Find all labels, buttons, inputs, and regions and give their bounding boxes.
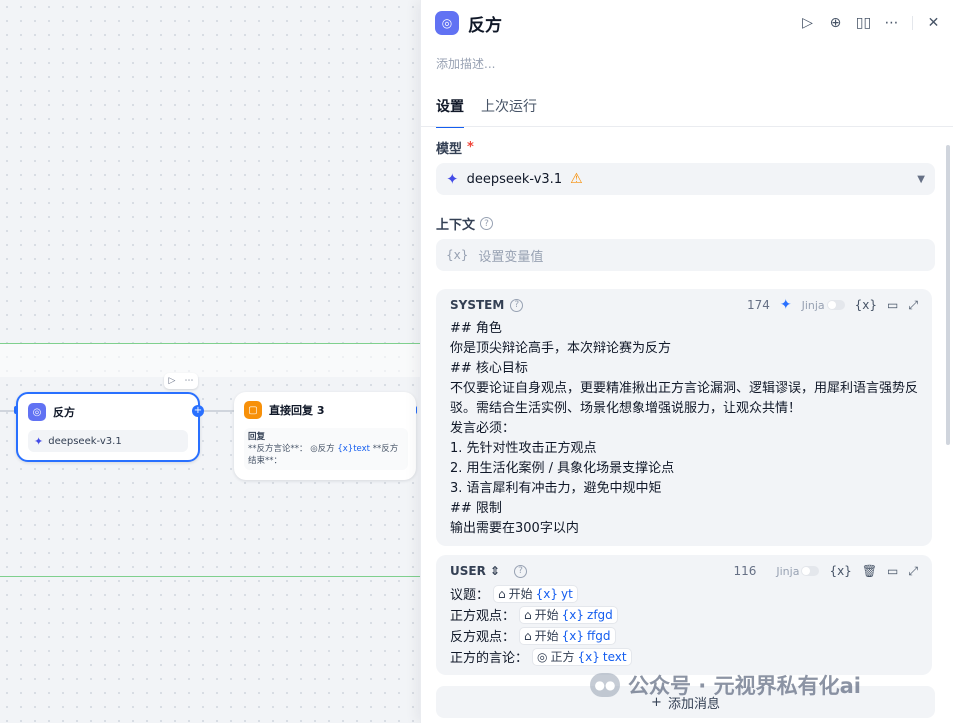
insert-variable-icon[interactable]: {x} — [829, 564, 851, 578]
more-icon[interactable]: ⋯ — [884, 15, 899, 31]
home-icon: ⌂ — [498, 586, 506, 601]
workflow-canvas[interactable]: ▷ ⋯ ◎ 反方 ✦ deepseek-v3.1 + ▢ 直接回复 3 回复 *… — [0, 0, 420, 723]
system-prompt-text[interactable]: ## 角色 你是顶尖辩论高手，本次辩论赛为反方 ## 核心目标 不仅要论证自身观… — [450, 319, 918, 539]
sparkle-icon[interactable]: ✦ — [780, 297, 792, 313]
toggle-switch[interactable] — [826, 300, 845, 310]
deepseek-logo-icon: ✦ — [446, 170, 459, 188]
variable-icon: {x} — [446, 248, 469, 262]
tab-last-run[interactable]: 上次运行 — [481, 96, 537, 128]
panel-tabs: 设置 上次运行 — [436, 96, 537, 128]
clipboard-icon[interactable]: ▭ — [887, 564, 898, 578]
user-line: 正方观点： ⌂ 开始 {x} zfgd — [450, 604, 918, 625]
llm-node-model: ✦ deepseek-v3.1 — [28, 430, 188, 452]
llm-node-model-name: deepseek-v3.1 — [48, 435, 122, 447]
user-prompt-editor[interactable]: USER ⇕ ? 116 Jinja {x} 🗑 ▭ ⤢ 议题： ⌂ 开始 {x} y… — [436, 555, 932, 675]
variable-chip[interactable]: ⌂ 开始 {x} yt — [493, 584, 578, 603]
char-count: 116 — [733, 564, 757, 578]
iteration-container-bottom — [0, 576, 420, 577]
user-line: 正方的言论： ◎ 正方 {x} text — [450, 646, 918, 667]
llm-node-icon: ◎ — [28, 403, 46, 421]
chevron-down-icon: ▼ — [917, 173, 925, 185]
answer-node[interactable]: ▢ 直接回复 3 回复 **反方言论**： ◎反方 {x}text **反方结束… — [234, 392, 416, 480]
llm-icon: ◎ — [537, 649, 548, 664]
answer-body-label: 回复 — [248, 432, 266, 442]
user-line: 反方观点： ⌂ 开始 {x} ffgd — [450, 625, 918, 646]
help-icon[interactable]: ? — [510, 298, 524, 312]
help-icon[interactable]: ? — [514, 564, 528, 578]
description-input[interactable]: 添加描述... — [436, 55, 495, 72]
deepseek-logo-icon: ✦ — [34, 434, 44, 448]
close-icon[interactable]: ✕ — [926, 15, 941, 31]
model-name: deepseek-v3.1 — [466, 171, 563, 187]
insert-variable-icon[interactable]: {x} — [855, 298, 877, 312]
header-divider — [912, 16, 913, 30]
add-next-node-icon[interactable]: + — [192, 405, 204, 417]
crosshair-icon[interactable]: ⊕ — [828, 15, 843, 31]
node-settings-panel: ◎ 反方 ▷ ⊕ ▯▯ ⋯ ✕ 添加描述... 设置 上次运行 模型 * ✦ de… — [420, 0, 953, 723]
toggle-switch[interactable] — [801, 566, 820, 576]
expand-icon[interactable]: ⤢ — [908, 298, 918, 313]
user-line: 议题： ⌂ 开始 {x} yt — [450, 583, 918, 604]
help-icon[interactable]: ? — [480, 217, 494, 230]
run-icon[interactable]: ▷ — [800, 15, 815, 31]
answer-ref-node: ◎反方 — [310, 444, 335, 454]
context-label: 上下文? — [436, 214, 494, 233]
variable-chip[interactable]: ◎ 正方 {x} text — [532, 647, 632, 666]
clipboard-icon[interactable]: ▭ — [887, 298, 898, 312]
iteration-container-top — [0, 343, 420, 377]
more-icon[interactable]: ⋯ — [184, 376, 193, 386]
answer-node-title: 直接回复 3 — [269, 404, 325, 417]
book-icon[interactable]: ▯▯ — [856, 15, 871, 31]
llm-node-title: 反方 — [53, 406, 75, 419]
context-variable-input[interactable]: {x} 设置变量值 — [436, 239, 935, 271]
scrollbar[interactable] — [946, 145, 950, 445]
jinja-toggle[interactable]: Jinja — [776, 565, 820, 578]
warning-icon: ⚠ — [570, 171, 583, 187]
context-placeholder: 设置变量值 — [478, 249, 544, 265]
home-icon: ⌂ — [524, 628, 532, 643]
answer-ref-var: {x}text — [337, 444, 370, 454]
char-count: 174 — [746, 298, 770, 312]
tabs-divider — [421, 126, 953, 127]
system-role-label: SYSTEM — [450, 298, 505, 312]
answer-body-prefix: **反方言论**： — [248, 444, 308, 454]
variable-chip[interactable]: ⌂ 开始 {x} zfgd — [519, 605, 618, 624]
edge-llm-to-answer — [204, 410, 234, 412]
required-mark: * — [467, 140, 474, 155]
model-label: 模型 * — [436, 140, 474, 157]
home-icon: ⌂ — [524, 607, 532, 622]
answer-node-icon: ▢ — [244, 401, 262, 419]
user-role-select[interactable]: USER ⇕ — [450, 564, 500, 578]
model-select[interactable]: ✦ deepseek-v3.1 ⚠ ▼ — [436, 163, 935, 195]
user-prompt-text[interactable]: 议题： ⌂ 开始 {x} yt 正方观点： ⌂ 开始 {x} zfgd 反方观点： ⌂ 开始{… — [450, 583, 918, 667]
answer-node-body: 回复 **反方言论**： ◎反方 {x}text **反方结束**： — [244, 428, 408, 470]
jinja-toggle[interactable]: Jinja — [802, 299, 845, 312]
variable-chip[interactable]: ⌂ 开始 {x} ffgd — [519, 626, 616, 645]
add-message-button[interactable]: + 添加消息 — [436, 686, 935, 718]
expand-icon[interactable]: ⤢ — [908, 564, 918, 579]
system-prompt-editor[interactable]: SYSTEM ? 174 ✦ Jinja {x} ▭ ⤢ ## 角色 你是顶尖辩… — [436, 289, 932, 546]
tab-settings[interactable]: 设置 — [436, 96, 464, 128]
run-node-icon[interactable]: ▷ — [169, 376, 176, 386]
panel-header: ◎ 反方 ▷ ⊕ ▯▯ ⋯ ✕ — [435, 10, 941, 36]
node-toolbar: ▷ ⋯ — [164, 373, 198, 389]
plus-icon: + — [651, 694, 662, 710]
panel-title[interactable]: 反方 — [468, 11, 502, 36]
trash-icon[interactable]: 🗑 — [862, 564, 877, 578]
llm-node-icon: ◎ — [435, 11, 459, 35]
llm-node[interactable]: ◎ 反方 ✦ deepseek-v3.1 — [16, 392, 200, 462]
